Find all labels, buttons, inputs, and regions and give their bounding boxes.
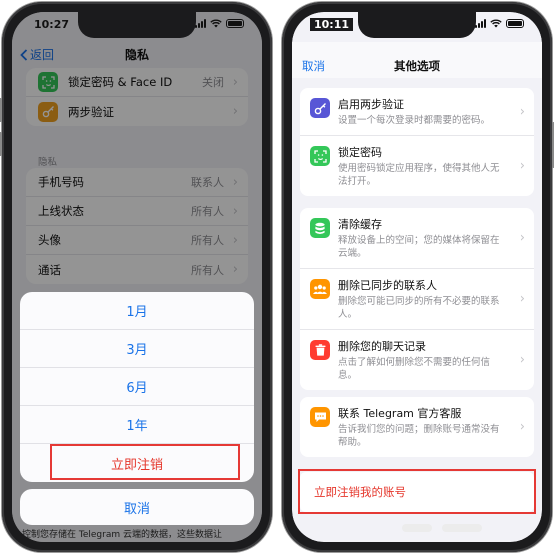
database-icon — [310, 218, 330, 238]
chevron-right-icon: › — [519, 352, 525, 368]
sheet-option-3-months[interactable]: 3月 — [20, 330, 254, 368]
screen-left: 10:27 返回 隐私 锁定密码 & Face ID 关闭 › 两步验证 › 隐… — [12, 12, 262, 542]
cancel-sheet: 取消 — [20, 489, 254, 525]
wifi-icon — [490, 19, 502, 28]
option-desc: 删除您可能已同步的所有不必要的联系人。 — [338, 296, 500, 320]
chevron-right-icon: › — [519, 419, 525, 435]
support-card: 联系 Telegram 官方客服告诉我们您的问题；删除账号通常没有帮助。 › — [300, 397, 534, 457]
option-desc: 设置一个每次登录时都需要的密码。 — [338, 115, 491, 126]
chevron-right-icon: › — [519, 230, 525, 246]
chat-bubble-icon — [310, 407, 330, 427]
option-desc: 告诉我们您的问题；删除账号通常没有帮助。 — [338, 424, 500, 448]
sheet-option-6-months[interactable]: 6月 — [20, 368, 254, 406]
cellular-signal-icon — [195, 19, 206, 28]
option-title: 删除您的聊天记录 — [338, 340, 426, 353]
option-title: 删除已同步的联系人 — [338, 279, 437, 292]
status-time: 10:11 — [310, 18, 354, 31]
page-title: 其他选项 — [394, 59, 440, 73]
option-two-step[interactable]: 启用两步验证设置一个每次登录时都需要的密码。 › — [300, 88, 534, 136]
highlight-box — [298, 469, 536, 514]
chevron-right-icon: › — [519, 104, 525, 119]
option-title: 锁定密码 — [338, 146, 382, 159]
face-id-icon — [310, 146, 330, 166]
phone-left: 10:27 返回 隐私 锁定密码 & Face ID 关闭 › 两步验证 › 隐… — [0, 2, 272, 552]
status-time: 10:27 — [34, 18, 70, 31]
notch — [358, 12, 476, 38]
screen-right: 10:11 取消 其他选项 启用两步验证设置一个每次登录时都需要的密码。 › — [292, 12, 542, 542]
option-desc: 使用密码锁定应用程序，使得其他人无法打开。 — [338, 163, 500, 187]
contacts-icon — [310, 279, 330, 299]
cellular-signal-icon — [475, 19, 486, 28]
blurred-content — [402, 524, 432, 532]
option-contact-support[interactable]: 联系 Telegram 官方客服告诉我们您的问题；删除账号通常没有帮助。 › — [300, 397, 534, 457]
sheet-option-1-year[interactable]: 1年 — [20, 406, 254, 444]
volume-button — [0, 132, 2, 156]
security-card: 启用两步验证设置一个每次登录时都需要的密码。 › 锁定密码使用密码锁定应用程序，… — [300, 88, 534, 196]
nav-bar: 取消 其他选项 — [292, 42, 542, 78]
sheet-option-1-month[interactable]: 1月 — [20, 292, 254, 330]
option-clear-cache[interactable]: 清除缓存释放设备上的空间；您的媒体将保留在云端。 › — [300, 208, 534, 269]
volume-button — [0, 98, 2, 122]
sheet-cancel-button[interactable]: 取消 — [20, 489, 254, 525]
chevron-right-icon: › — [519, 291, 525, 307]
option-title: 启用两步验证 — [338, 98, 404, 111]
trash-icon — [310, 340, 330, 360]
option-title: 联系 Telegram 官方客服 — [338, 407, 462, 420]
key-icon — [310, 98, 330, 118]
phone-right: 10:11 取消 其他选项 启用两步验证设置一个每次登录时都需要的密码。 › — [282, 2, 554, 552]
data-card: 清除缓存释放设备上的空间；您的媒体将保留在云端。 › 删除已同步的联系人删除您可… — [300, 208, 534, 390]
wifi-icon — [210, 19, 222, 28]
option-passcode[interactable]: 锁定密码使用密码锁定应用程序，使得其他人无法打开。 › — [300, 136, 534, 196]
chevron-right-icon: › — [519, 158, 525, 174]
blurred-content — [442, 524, 482, 532]
option-desc: 点击了解如何删除您不需要的任何信息。 — [338, 357, 491, 381]
battery-icon — [226, 19, 244, 28]
highlight-box — [50, 444, 240, 480]
option-title: 清除缓存 — [338, 218, 382, 231]
notch — [78, 12, 196, 38]
battery-icon — [506, 19, 524, 28]
option-delete-chats[interactable]: 删除您的聊天记录点击了解如何删除您不需要的任何信息。 › — [300, 330, 534, 390]
option-delete-contacts[interactable]: 删除已同步的联系人删除您可能已同步的所有不必要的联系人。 › — [300, 269, 534, 330]
option-desc: 释放设备上的空间；您的媒体将保留在云端。 — [338, 235, 500, 259]
